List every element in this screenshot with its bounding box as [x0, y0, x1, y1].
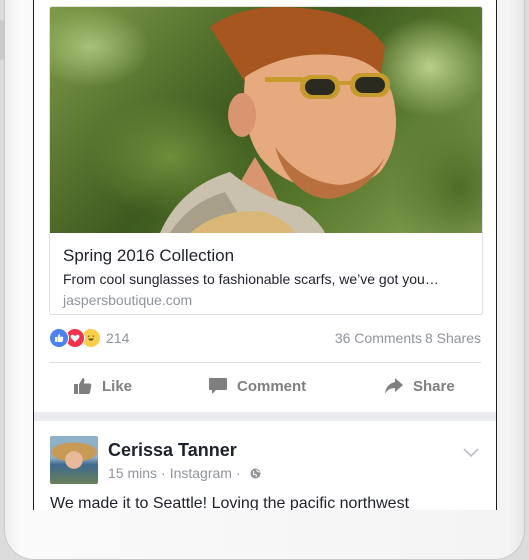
phone-side-button [0, 20, 4, 60]
author-name[interactable]: Cerissa Tanner [108, 440, 237, 461]
link-preview-description: From cool sunglasses to fashionable scar… [63, 271, 439, 287]
reactions-summary[interactable]: 214 36 Comments 8 Shares [49, 326, 481, 352]
comments-count[interactable]: 36 Comments [335, 330, 422, 346]
phone-screen: Spring 2016 Collection From cool sunglas… [33, 0, 497, 510]
link-preview-title[interactable]: Spring 2016 Collection [63, 245, 472, 267]
like-reaction-icon [49, 328, 69, 348]
link-preview-image[interactable] [50, 7, 482, 233]
next-post-card: Cerissa Tanner 15 mins · Instagram · We … [34, 421, 496, 510]
post-time[interactable]: 15 mins [108, 465, 157, 481]
globe-icon [250, 468, 261, 479]
post-text: We made it to Seattle! Loving the pacifi… [50, 495, 410, 510]
post-card: Spring 2016 Collection From cool sunglas… [34, 0, 496, 412]
comment-button[interactable]: Comment [208, 366, 306, 406]
shares-count[interactable]: 8 Shares [425, 330, 481, 346]
model-photo [160, 7, 396, 233]
avatar[interactable] [50, 436, 98, 484]
meta-separator: · [161, 465, 166, 481]
share-arrow-icon [384, 377, 404, 395]
like-label: Like [102, 377, 133, 395]
post-action-bar: Like Comment Share [49, 366, 481, 406]
thumbs-up-icon [73, 377, 93, 395]
share-label: Share [413, 377, 455, 395]
post-meta: 15 mins · Instagram · [108, 465, 261, 481]
chevron-down-icon[interactable] [463, 445, 479, 463]
like-button[interactable]: Like [73, 366, 132, 406]
divider [49, 362, 481, 363]
share-button[interactable]: Share [384, 366, 455, 406]
post-source[interactable]: Instagram [170, 465, 232, 481]
comment-bubble-icon [208, 377, 228, 395]
comment-label: Comment [237, 377, 307, 395]
link-preview[interactable]: Spring 2016 Collection From cool sunglas… [49, 6, 483, 315]
link-preview-domain: jaspersboutique.com [63, 292, 193, 308]
meta-separator: · [235, 465, 241, 481]
reaction-count: 214 [106, 330, 130, 346]
